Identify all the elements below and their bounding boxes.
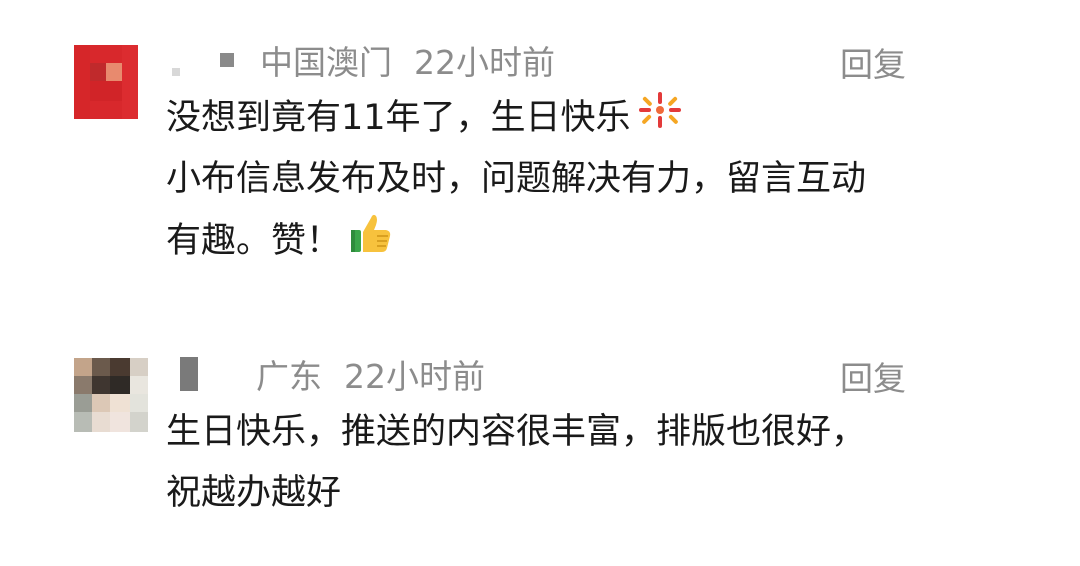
timestamp: 22小时前 [414, 43, 555, 82]
comment-body: 没想到竟有11年了，生日快乐 小布信息发布及时，问题解决有力，留言互动 有趣。赞 [166, 88, 866, 271]
location-label: 广东 [256, 357, 322, 396]
username-redacted [172, 68, 180, 76]
comment-line: 生日快乐，推送的内容很丰富，排版也很好， [166, 412, 867, 452]
comment-line: 没想到竟有11年了，生日快乐 [166, 88, 866, 149]
avatar[interactable] [74, 45, 138, 119]
comment-line: 小布信息发布及时，问题解决有力，留言互动 [166, 159, 867, 199]
comment-item: 中国澳门 22小时前 回复 没想到竟有11年了，生日快乐 小布信息发布及时，问题… [0, 0, 1080, 300]
reply-button[interactable]: 回复 [840, 38, 906, 86]
comment-body: 生日快乐，推送的内容很丰富，排版也很好， 祝越办越好 [166, 402, 866, 524]
location-label: 中国澳门 [260, 43, 392, 82]
comment-line: 有趣。赞！ [166, 210, 866, 271]
thumbs-up-icon [347, 210, 393, 274]
comment-meta: 广东 22小时前 [180, 352, 485, 396]
username-marker [180, 357, 198, 391]
comment-item: 广东 22小时前 回复 生日快乐，推送的内容很丰富，排版也很好， 祝越办越好 [0, 330, 1080, 566]
reply-button[interactable]: 回复 [840, 352, 906, 400]
comment-meta: 中国澳门 22小时前 [172, 38, 555, 82]
avatar[interactable] [74, 358, 148, 432]
fireworks-icon [637, 89, 683, 150]
username-marker [220, 53, 234, 67]
comment-line: 祝越办越好 [166, 473, 342, 513]
timestamp: 22小时前 [344, 357, 485, 396]
